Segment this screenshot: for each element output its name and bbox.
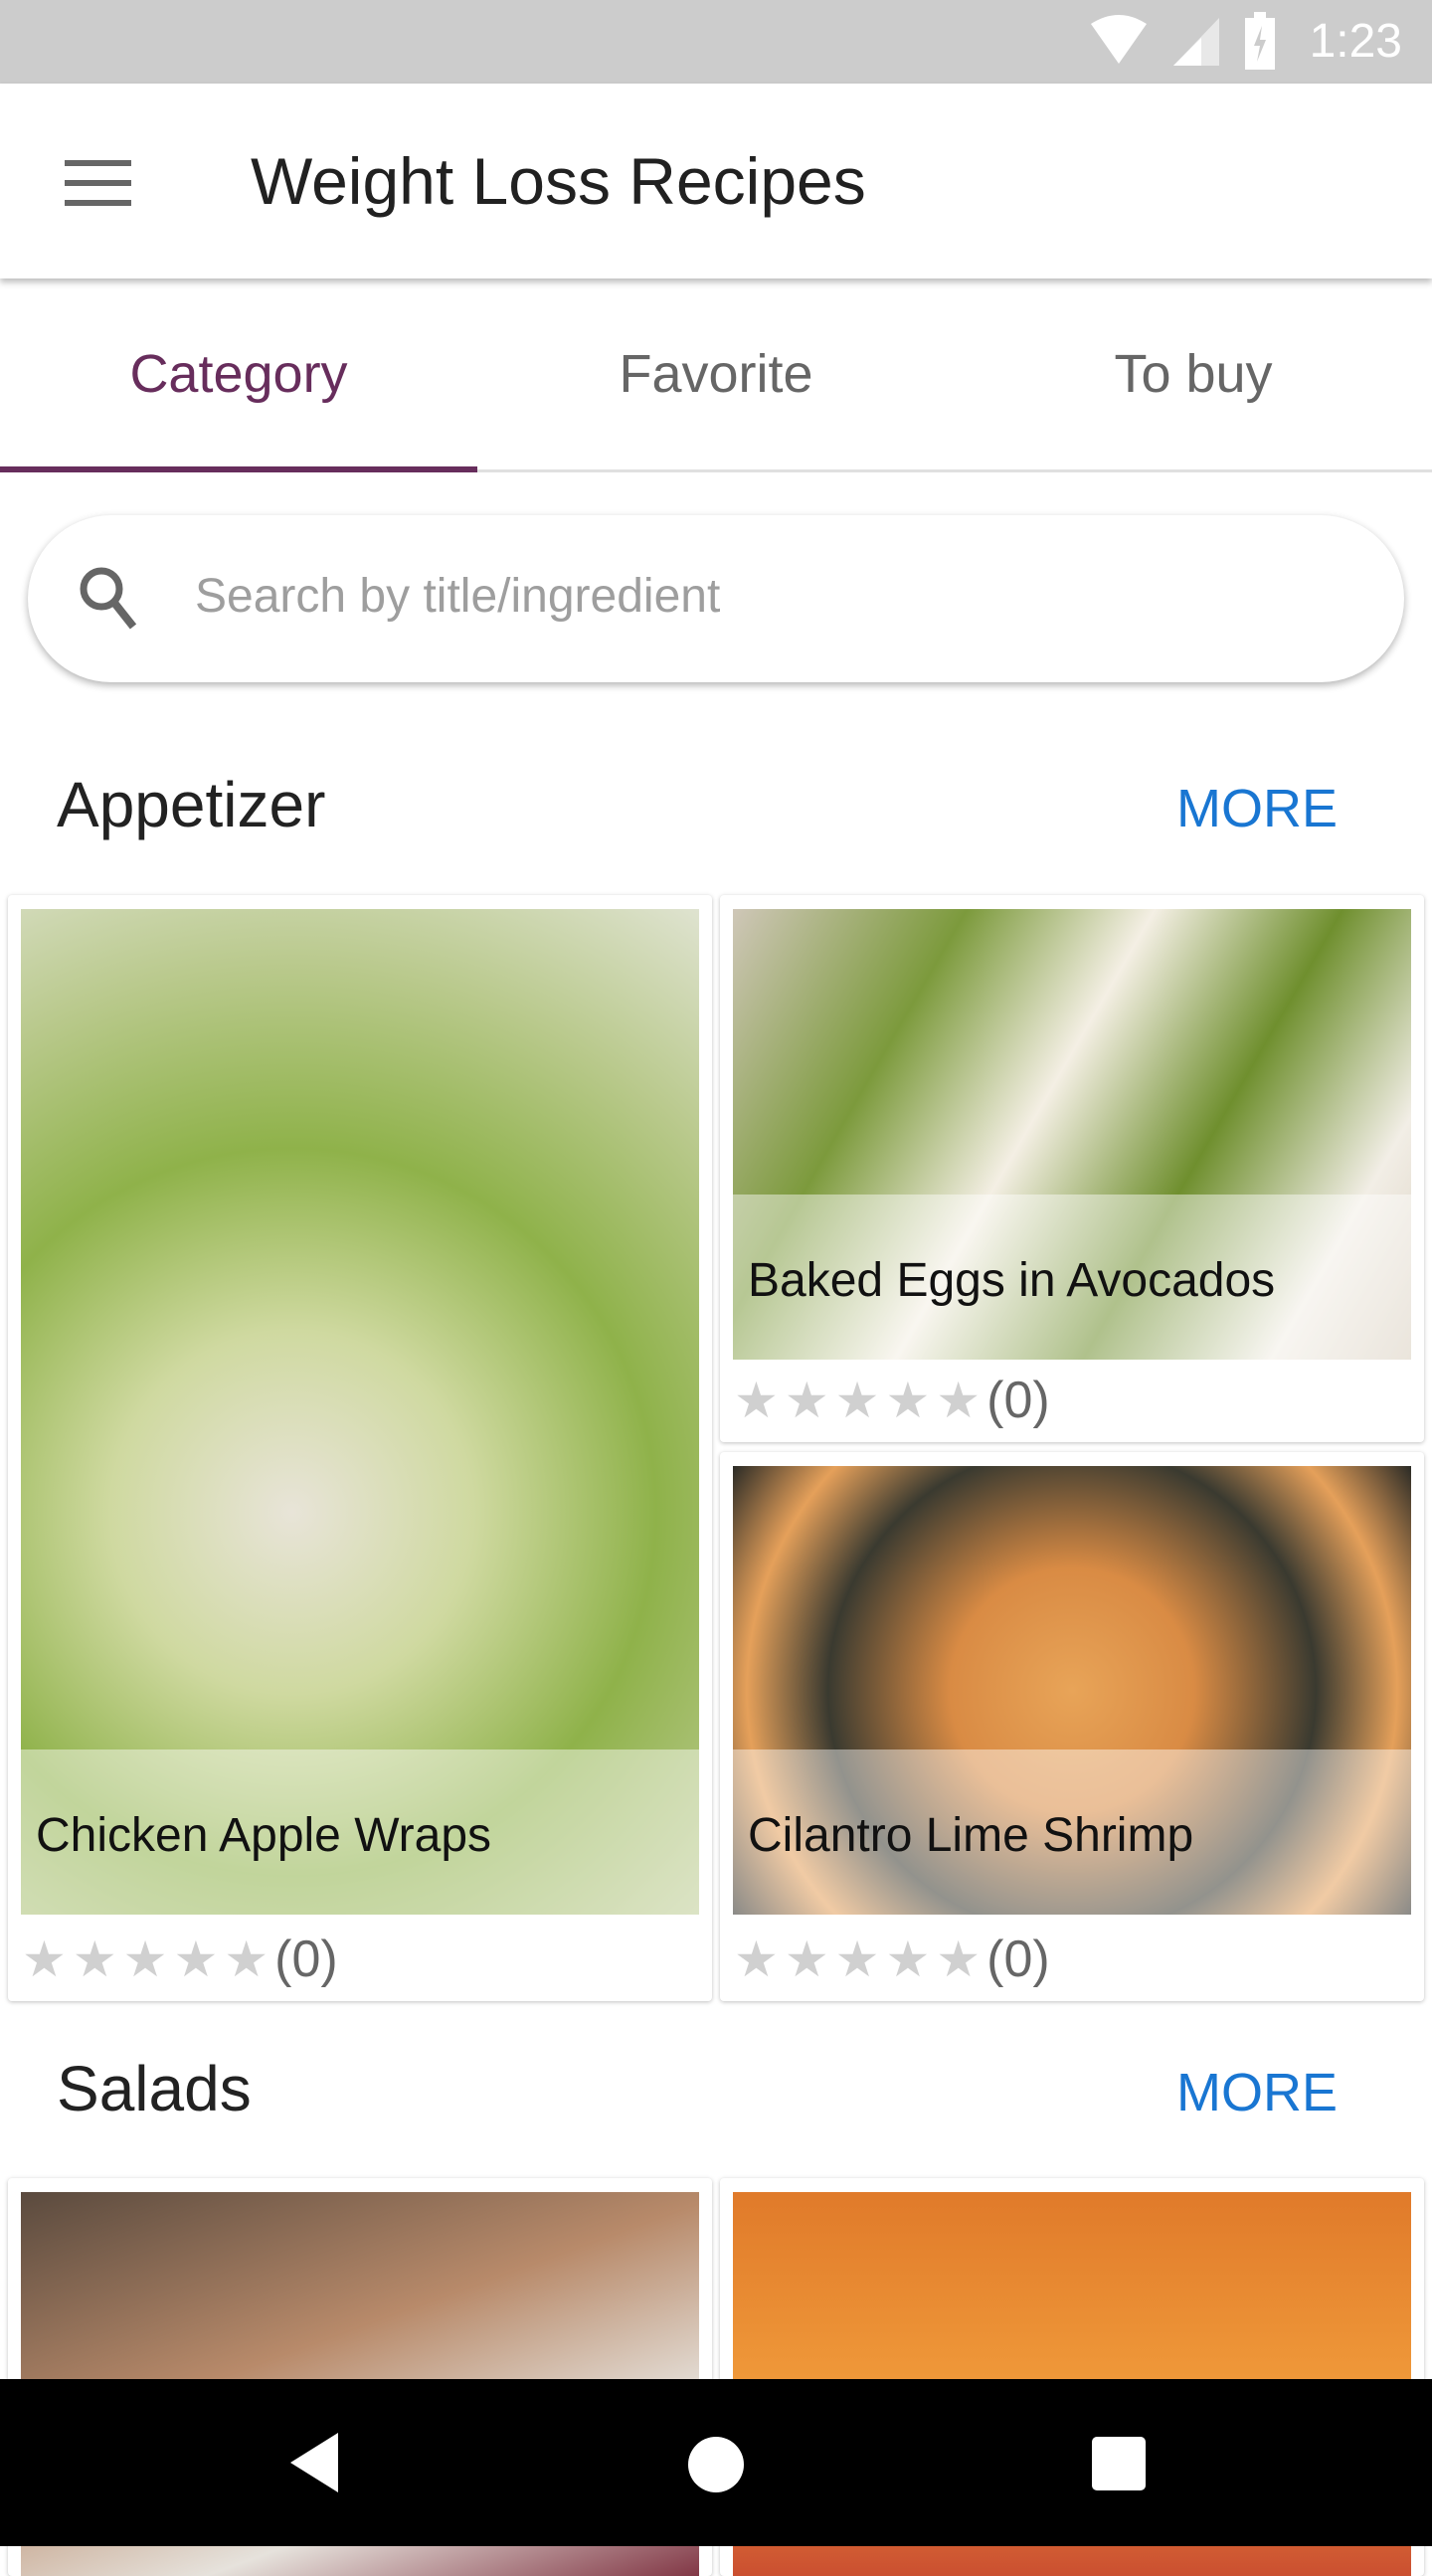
signal-icon: [1173, 18, 1219, 66]
tab-to-buy[interactable]: To buy: [955, 278, 1432, 469]
recipe-title: Cilantro Lime Shrimp: [748, 1809, 1194, 1862]
tab-favorite[interactable]: Favorite: [477, 278, 955, 469]
wifi-icon: [1091, 15, 1147, 64]
star-rating[interactable]: ★★★★★(0): [22, 1930, 338, 1989]
more-appetizer-button[interactable]: MORE: [1176, 778, 1338, 839]
recipe-image: Chicken Apple Wraps: [21, 909, 699, 1915]
clock: 1:23: [1309, 15, 1402, 68]
recipe-image: Cilantro Lime Shrimp: [733, 1466, 1411, 1915]
battery-charging-icon: [1245, 12, 1275, 70]
tab-indicator: [0, 466, 477, 472]
search-placeholder: Search by title/ingredient: [195, 570, 721, 623]
app-toolbar: Weight Loss Recipes: [0, 84, 1432, 278]
rating-count: (0): [274, 1931, 338, 1988]
recipe-card[interactable]: Baked Eggs in Avocados ★★★★★(0): [720, 895, 1424, 1442]
star-rating[interactable]: ★★★★★(0): [734, 1371, 1050, 1430]
hamburger-menu-icon[interactable]: [50, 143, 149, 223]
tab-category[interactable]: Category: [0, 278, 477, 469]
section-title-salads: Salads: [57, 2053, 252, 2124]
recipe-image: Baked Eggs in Avocados: [733, 909, 1411, 1360]
back-icon[interactable]: [286, 2431, 342, 2494]
section-title-appetizer: Appetizer: [57, 769, 326, 840]
navigation-bar: [0, 2379, 1432, 2546]
star-rating[interactable]: ★★★★★(0): [734, 1930, 1050, 1989]
more-salads-button[interactable]: MORE: [1176, 2062, 1338, 2123]
home-icon[interactable]: [686, 2435, 746, 2494]
app-title: Weight Loss Recipes: [251, 144, 866, 218]
search-icon: [80, 567, 137, 630]
recipe-card[interactable]: Chicken Apple Wraps ★★★★★(0): [8, 895, 712, 2001]
rating-count: (0): [986, 1372, 1050, 1429]
recipe-card[interactable]: Cilantro Lime Shrimp ★★★★★(0): [720, 1452, 1424, 2001]
search-input[interactable]: Search by title/ingredient: [28, 515, 1404, 682]
recipe-title: Chicken Apple Wraps: [36, 1809, 492, 1862]
status-bar: 1:23: [0, 0, 1432, 84]
rating-count: (0): [986, 1931, 1050, 1988]
recents-icon[interactable]: [1092, 2437, 1146, 2490]
recipe-title: Baked Eggs in Avocados: [748, 1254, 1276, 1307]
